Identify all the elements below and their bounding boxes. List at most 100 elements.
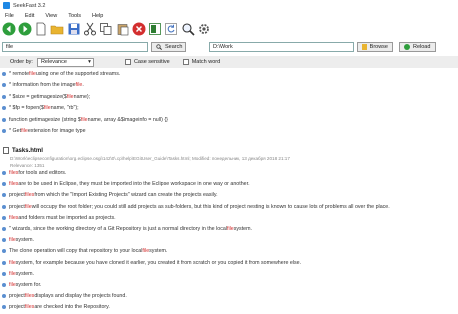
bullet-icon	[2, 117, 6, 122]
result-line[interactable]: file system for.	[2, 282, 41, 288]
open-folder-button[interactable]	[50, 22, 65, 37]
results-pane: * remote file using one of the supported…	[0, 68, 458, 314]
folder-icon	[362, 43, 367, 50]
match-highlight: file	[142, 248, 150, 255]
result-line[interactable]: project files displays and display the pr…	[2, 293, 127, 299]
result-text: and folders must be imported as projects…	[18, 214, 116, 221]
reload-button[interactable]: Reload	[399, 41, 436, 52]
checkbox-box	[182, 59, 189, 65]
result-line[interactable]: The clone operation will copy that repos…	[2, 248, 167, 254]
result-text: * information from the image	[9, 82, 76, 89]
save-button[interactable]	[66, 22, 81, 37]
title-bar: SeekFast 3.2	[0, 0, 458, 11]
result-line[interactable]: files are to be used in Eclipse, they mu…	[2, 181, 250, 187]
file-header[interactable]: Tasks.html	[3, 147, 43, 154]
back-icon	[2, 22, 15, 36]
result-line[interactable]: files for tools and editors.	[2, 170, 66, 176]
match-highlight: file	[75, 82, 83, 89]
result-line[interactable]: project files from which the "Import Exi…	[2, 192, 218, 198]
result-line[interactable]: file system.	[2, 237, 34, 243]
match-word-checkbox[interactable]: Match word	[182, 59, 220, 65]
menu-file[interactable]: File	[5, 13, 14, 19]
result-text: system.	[15, 237, 35, 244]
result-text: name);	[73, 93, 91, 100]
bullet-icon	[2, 227, 6, 231]
find-button[interactable]	[180, 22, 195, 37]
result-line[interactable]: " wizards, since the working directory o…	[2, 226, 252, 232]
app-icon	[3, 2, 10, 9]
order-select-value: Relevance	[40, 59, 67, 65]
bullet-icon	[2, 171, 6, 175]
match-highlight: file	[9, 270, 16, 277]
copy-button[interactable]	[99, 22, 114, 37]
cut-button[interactable]	[82, 22, 97, 37]
bullet-icon	[2, 271, 6, 276]
result-text: system.	[233, 226, 252, 232]
result-line[interactable]: function getimagesize (string $ file name,…	[2, 117, 168, 123]
copy-icon	[100, 23, 112, 35]
case-sensitive-checkbox[interactable]: Case sensitive	[124, 59, 170, 65]
browse-button-label: Browse	[369, 43, 388, 50]
back-button[interactable]	[1, 22, 16, 37]
menu-help[interactable]: Help	[92, 13, 103, 19]
reload-button-label: Reload	[413, 43, 431, 50]
export-excel-button[interactable]	[148, 22, 163, 37]
bullet-icon	[2, 294, 6, 299]
open-file-icon	[36, 22, 46, 36]
checkbox-box	[124, 59, 131, 65]
result-line[interactable]: file system.	[2, 271, 34, 277]
settings-button[interactable]	[197, 22, 212, 37]
result-text: will occupy the root folder; you could s…	[31, 203, 390, 210]
result-text: project	[9, 203, 25, 210]
bullet-icon	[2, 238, 6, 243]
paste-button[interactable]	[115, 22, 130, 37]
bullet-icon	[2, 182, 6, 187]
delete-button[interactable]	[131, 22, 146, 37]
match-highlight: files	[9, 170, 19, 176]
forward-button[interactable]	[17, 22, 32, 37]
bullet-icon	[2, 94, 6, 99]
result-text: system.	[149, 248, 168, 255]
result-line[interactable]: * information from the image file.	[2, 82, 84, 88]
result-text: name, "rb");	[50, 105, 79, 112]
result-line[interactable]: * $size = getimagesize($ file name);	[2, 94, 90, 100]
menu-tools[interactable]: Tools	[68, 13, 81, 19]
search-button[interactable]: Search	[151, 41, 186, 52]
result-line[interactable]: * Get file extension for image type	[2, 128, 86, 134]
refresh-button[interactable]	[164, 22, 179, 37]
bullet-icon	[2, 106, 6, 111]
result-text: system for.	[15, 282, 42, 288]
result-text: project	[9, 192, 25, 199]
result-line[interactable]: project file will occupy the root folder…	[2, 204, 390, 210]
options-row: Order by: Relevance ▾ Case sensitive Mat…	[0, 56, 458, 68]
search-button-label: Search	[165, 43, 183, 50]
forward-icon	[18, 22, 32, 36]
order-label: Order by:	[10, 59, 33, 65]
result-line[interactable]: project files are checked into the Reposi…	[2, 304, 110, 310]
match-highlight: file	[21, 128, 28, 134]
bullet-icon	[2, 72, 6, 76]
cut-icon	[83, 22, 96, 36]
result-text: * Get	[9, 128, 22, 134]
path-input[interactable]: D:\Work	[209, 41, 354, 52]
match-highlight: file	[29, 71, 36, 77]
toolbar	[0, 20, 458, 38]
open-file-button[interactable]	[34, 22, 49, 37]
match-highlight: file	[80, 116, 88, 123]
result-line[interactable]: file system, for example because you hav…	[2, 260, 301, 266]
result-line[interactable]: files and folders must be imported as pr…	[2, 215, 116, 221]
result-line[interactable]: * remote file using one of the supported…	[2, 71, 120, 77]
result-text: displays and display the projects found.	[34, 293, 127, 300]
match-highlight: files	[9, 214, 19, 221]
paste-icon	[117, 24, 128, 36]
window-title: SeekFast 3.2	[13, 2, 46, 9]
menu-edit[interactable]: Edit	[25, 13, 34, 19]
search-input[interactable]: file	[2, 41, 148, 52]
order-select[interactable]: Relevance ▾	[36, 57, 94, 67]
menu-view[interactable]: View	[45, 13, 57, 19]
result-text: * $size = getimagesize($	[9, 93, 67, 100]
browse-button[interactable]: Browse	[357, 41, 393, 52]
bullet-icon	[2, 193, 6, 198]
file-path: D:\Work\eclipseconfiguration\org.eclipse…	[10, 156, 290, 161]
result-line[interactable]: * $fp = fopen($ file name, "rb");	[2, 105, 79, 111]
